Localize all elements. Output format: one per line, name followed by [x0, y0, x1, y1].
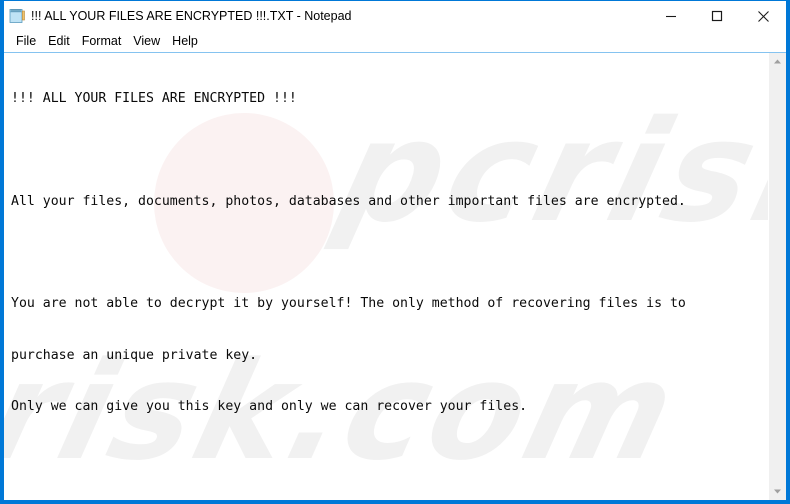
note-line — [11, 141, 768, 158]
notepad-icon — [8, 7, 26, 25]
menu-item-edit[interactable]: Edit — [42, 33, 76, 50]
menu-item-format[interactable]: Format — [76, 33, 128, 50]
menu-item-view[interactable]: View — [127, 33, 166, 50]
note-line: !!! ALL YOUR FILES ARE ENCRYPTED !!! — [11, 91, 297, 107]
minimize-button[interactable] — [648, 1, 694, 31]
menu-item-file[interactable]: File — [10, 33, 42, 50]
note-line: purchase an unique private key. — [11, 347, 258, 363]
maximize-button[interactable] — [694, 1, 740, 31]
text-editor[interactable]: pcrisk risk.com !!! ALL YOUR FILES ARE E… — [4, 53, 768, 500]
note-line: All your files, documents, photos, datab… — [11, 193, 686, 209]
window-controls — [648, 1, 786, 31]
editor-area: pcrisk risk.com !!! ALL YOUR FILES ARE E… — [4, 52, 786, 500]
scroll-up-arrow[interactable] — [769, 53, 786, 70]
ransom-note-text: !!! ALL YOUR FILES ARE ENCRYPTED !!! All… — [11, 56, 768, 500]
vertical-scrollbar[interactable] — [768, 53, 786, 500]
note-line: You are not able to decrypt it by yourse… — [11, 296, 686, 312]
note-line — [11, 244, 768, 261]
title-bar[interactable]: !!! ALL YOUR FILES ARE ENCRYPTED !!!.TXT… — [4, 1, 786, 31]
menu-bar: File Edit Format View Help — [4, 31, 786, 52]
close-button[interactable] — [740, 1, 786, 31]
note-line: Only we can give you this key and only w… — [11, 398, 528, 414]
notepad-window: !!! ALL YOUR FILES ARE ENCRYPTED !!!.TXT… — [0, 0, 790, 504]
window-title: !!! ALL YOUR FILES ARE ENCRYPTED !!!.TXT… — [31, 9, 352, 23]
menu-item-help[interactable]: Help — [166, 33, 204, 50]
note-line — [11, 449, 768, 466]
scroll-down-arrow[interactable] — [769, 483, 786, 500]
scrollbar-track[interactable] — [769, 70, 786, 483]
